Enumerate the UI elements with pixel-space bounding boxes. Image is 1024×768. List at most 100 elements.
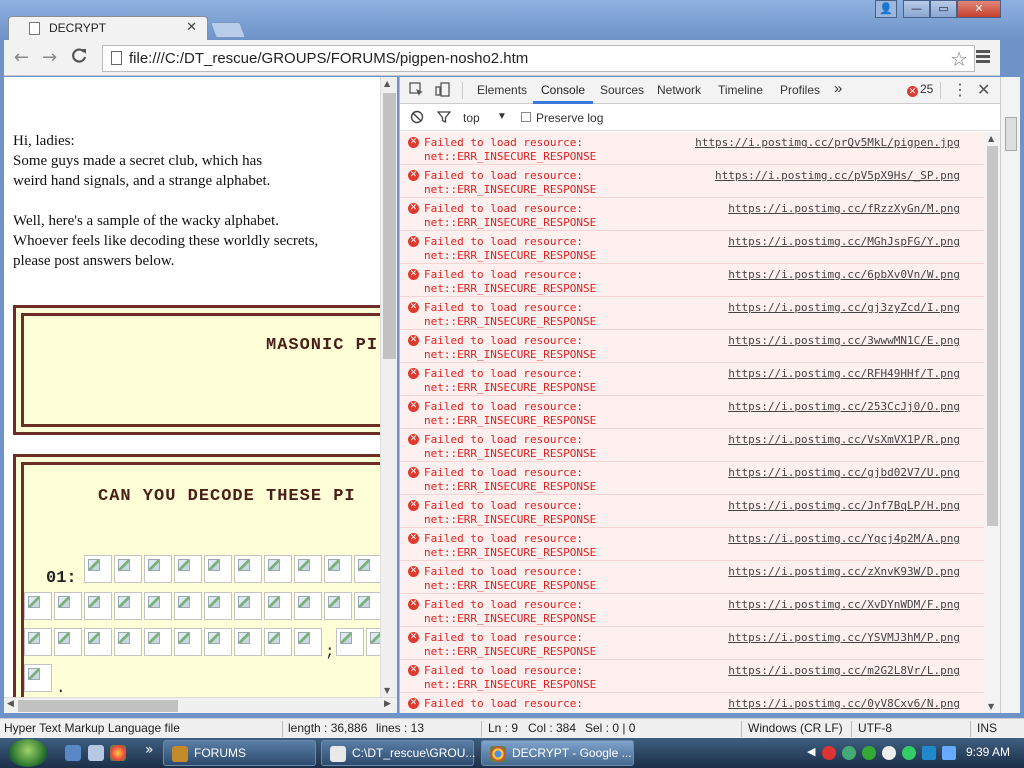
resource-link[interactable]: https://i.postimg.cc/gj3zyZcd/I.png: [728, 301, 960, 314]
forward-button[interactable]: →: [42, 47, 57, 68]
maximize-button[interactable]: ▭: [930, 0, 957, 18]
scroll-down-icon[interactable]: ▼: [988, 702, 994, 711]
devtools-menu-icon[interactable]: ⋮: [952, 80, 968, 100]
scroll-up-icon[interactable]: ▲: [384, 79, 390, 88]
resource-link[interactable]: https://i.postimg.cc/m2G2L8Vr/L.png: [728, 664, 960, 677]
taskbar-item-decrypt[interactable]: DECRYPT - Google ...: [481, 740, 634, 766]
editor-scroll-thumb[interactable]: [1005, 117, 1017, 151]
shield-icon[interactable]: [842, 746, 856, 760]
taskbar-item-forums[interactable]: FORUMS: [163, 740, 316, 766]
intro-line: [13, 191, 318, 211]
error-text: Failed to load resource:: [424, 301, 583, 314]
close-devtools-icon[interactable]: ✕: [977, 80, 990, 100]
close-window-button[interactable]: ✕: [957, 0, 1001, 18]
clear-console-icon[interactable]: [410, 110, 424, 127]
error-icon: ✕: [408, 170, 419, 181]
resource-link[interactable]: https://i.postimg.cc/fRzzXyGn/M.png: [728, 202, 960, 215]
tab-sources[interactable]: Sources: [600, 83, 644, 97]
error-icon: ✕: [408, 269, 419, 280]
filter-icon[interactable]: [436, 110, 452, 127]
tab-network[interactable]: Network: [657, 83, 701, 97]
line-ending: Windows (CR LF): [748, 721, 843, 735]
app-icon: [330, 746, 346, 762]
security-icon[interactable]: [822, 746, 836, 760]
address-bar[interactable]: file:///C:/DT_rescue/GROUPS/FORUMS/pigpe…: [102, 45, 975, 72]
resource-link[interactable]: https://i.postimg.cc/XvDYnWDM/F.png: [728, 598, 960, 611]
broken-image-icon: [114, 555, 142, 583]
device-mode-icon[interactable]: [435, 82, 450, 100]
resource-link[interactable]: https://i.postimg.cc/pV5pX9Hs/_SP.png: [715, 169, 960, 182]
display-icon[interactable]: [942, 746, 956, 760]
update-icon[interactable]: [902, 746, 916, 760]
minimize-button[interactable]: —: [903, 0, 930, 18]
start-button[interactable]: [8, 739, 48, 767]
task-label: DECRYPT - Google ...: [512, 746, 632, 760]
new-tab-button[interactable]: [210, 22, 246, 38]
resource-link[interactable]: https://i.postimg.cc/YSVMJ3hM/P.png: [728, 631, 960, 644]
console-scroll-thumb[interactable]: [987, 146, 998, 526]
antivirus-icon[interactable]: [862, 746, 876, 760]
scroll-left-icon[interactable]: ◀: [7, 699, 14, 709]
clock[interactable]: 9:39 AM: [966, 745, 1010, 759]
tab-elements[interactable]: Elements: [477, 83, 527, 97]
broken-image-icon: [144, 555, 172, 583]
page-vertical-scrollbar[interactable]: ▲ ▼: [380, 77, 397, 697]
console-error-message: ✕ Failed to load resource:net::ERR_INSECU…: [400, 660, 984, 693]
resource-link[interactable]: https://i.postimg.cc/Jnf7BqLP/H.png: [728, 499, 960, 512]
quicklaunch-more-icon[interactable]: »: [145, 742, 154, 758]
more-tabs-icon[interactable]: »: [834, 80, 842, 97]
resource-link[interactable]: https://i.postimg.cc/6pbXv0Vn/W.png: [728, 268, 960, 281]
error-count-badge[interactable]: ✕ 25: [907, 82, 933, 97]
devtools-panel: Elements Console Sources Network Timelin…: [399, 77, 1001, 713]
scroll-up-icon[interactable]: ▲: [988, 134, 994, 143]
console-scrollbar[interactable]: ▲ ▼: [984, 132, 1001, 713]
tab-profiles[interactable]: Profiles: [780, 83, 820, 97]
resource-link[interactable]: https://i.postimg.cc/zXnvK93W/D.png: [728, 565, 960, 578]
tab-timeline[interactable]: Timeline: [718, 83, 763, 97]
editor-scrollbar[interactable]: [1000, 77, 1020, 713]
chrome-menu-button[interactable]: [976, 50, 990, 65]
context-dropdown-icon[interactable]: ▼: [497, 111, 507, 122]
context-selector[interactable]: top: [463, 111, 480, 125]
page-hscroll-thumb[interactable]: [18, 700, 178, 712]
resource-link[interactable]: https://i.postimg.cc/VsXmVX1P/R.png: [728, 433, 960, 446]
error-text: Failed to load resource:: [424, 433, 583, 446]
user-icon[interactable]: 👤: [875, 0, 897, 18]
resource-link[interactable]: https://i.postimg.cc/3wwwMN1C/E.png: [728, 334, 960, 347]
bookmark-star-icon[interactable]: ☆: [950, 47, 968, 71]
taskbar-item-editor[interactable]: C:\DT_rescue\GROU...: [321, 740, 475, 766]
intro-line: weird hand signals, and a strange alphab…: [13, 173, 271, 189]
show-hidden-icons[interactable]: ◀: [807, 745, 815, 758]
reload-button[interactable]: [70, 47, 88, 70]
resource-link[interactable]: https://i.postimg.cc/RFH49HHf/T.png: [728, 367, 960, 380]
resource-link[interactable]: https://i.postimg.cc/Yqcj4p2M/A.png: [728, 532, 960, 545]
inspect-element-icon[interactable]: [409, 82, 424, 100]
resource-link[interactable]: https://i.postimg.cc/253CcJj0/O.png: [728, 400, 960, 413]
chrome-quicklaunch-icon[interactable]: [110, 745, 126, 761]
back-button[interactable]: ←: [14, 47, 29, 68]
error-text: Failed to load resource:: [424, 598, 583, 611]
preserve-log-checkbox[interactable]: [521, 112, 531, 122]
resource-link[interactable]: https://i.postimg.cc/0yV8Cxv6/N.png: [728, 697, 960, 710]
console-output: ✕ Failed to load resource: net::ERR_INSECU…: [400, 132, 984, 713]
console-error-message: ✕ Failed to load resource:net::ERR_INSECU…: [400, 165, 984, 198]
tab-console[interactable]: Console: [532, 83, 594, 104]
resource-link[interactable]: https://i.postimg.cc/prQv5MkL/pigpen.jpg: [695, 136, 960, 149]
broken-image-icon: [114, 628, 142, 656]
scroll-down-icon[interactable]: ▼: [384, 686, 390, 695]
show-desktop-icon[interactable]: [65, 745, 81, 761]
page-scroll-thumb[interactable]: [383, 93, 396, 359]
error-text: Failed to load resource:: [424, 202, 583, 215]
broken-image-icon: [174, 555, 202, 583]
resource-link[interactable]: https://i.postimg.cc/MGhJspFG/Y.png: [728, 235, 960, 248]
scroll-right-icon[interactable]: ▶: [384, 699, 391, 709]
flag-icon[interactable]: [922, 746, 936, 760]
tab-close-icon[interactable]: ✕: [186, 20, 197, 35]
resource-link[interactable]: https://i.postimg.cc/gjbd02V7/U.png: [728, 466, 960, 479]
page-horizontal-scrollbar[interactable]: ◀ ▶: [4, 697, 397, 713]
alphabet-box: MASONIC PI: [13, 305, 380, 435]
browser-tab[interactable]: DECRYPT ✕: [8, 16, 208, 40]
console-filter-bar: top ▼ Preserve log: [400, 105, 1001, 131]
network-icon[interactable]: [882, 746, 896, 760]
explorer-icon[interactable]: [88, 745, 104, 761]
